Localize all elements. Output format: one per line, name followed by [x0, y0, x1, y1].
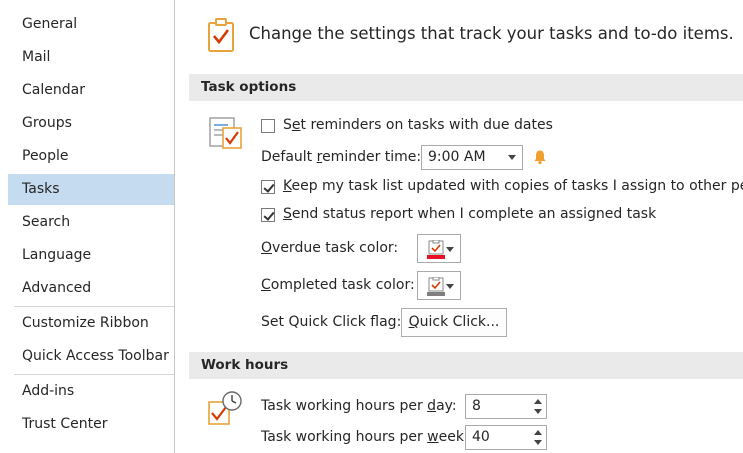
sidebar-item-tasks[interactable]: Tasks — [8, 174, 174, 205]
sidebar-item-calendar[interactable]: Calendar — [8, 75, 174, 106]
spin-up-icon[interactable] — [534, 430, 542, 435]
default-reminder-time-value: 9:00 AM — [428, 149, 486, 165]
spinner-buttons[interactable] — [534, 398, 542, 416]
section-header-work-hours: Work hours — [189, 352, 743, 379]
sidebar-item-trust-center[interactable]: Trust Center — [8, 409, 174, 440]
overdue-task-color-label: Overdue task color: — [261, 240, 399, 256]
task-clock-icon — [208, 391, 242, 425]
sidebar-item-search[interactable]: Search — [8, 207, 174, 238]
chevron-down-icon — [508, 155, 516, 160]
sidebar-item-groups[interactable]: Groups — [8, 108, 174, 139]
set-reminders-label[interactable]: Set reminders on tasks with due dates — [283, 117, 553, 133]
sidebar-item-mail[interactable]: Mail — [8, 42, 174, 73]
hours-per-week-value: 40 — [472, 429, 490, 445]
task-color-icon — [427, 277, 445, 296]
hours-per-day-label: Task working hours per day: — [261, 398, 457, 414]
page-description: Change the settings that track your task… — [249, 24, 734, 43]
default-reminder-time-dropdown[interactable]: 9:00 AM — [421, 145, 523, 170]
set-reminders-checkbox[interactable] — [261, 119, 275, 133]
spin-down-icon[interactable] — [534, 409, 542, 414]
spin-down-icon[interactable] — [534, 440, 542, 445]
options-sidebar: General Mail Calendar Groups People Task… — [8, 0, 175, 453]
hours-per-day-spinner[interactable]: 8 — [465, 394, 547, 419]
bell-icon[interactable] — [533, 149, 547, 165]
completed-task-color-picker[interactable] — [417, 271, 461, 300]
send-status-report-checkbox[interactable] — [261, 208, 275, 222]
keep-task-list-updated-label[interactable]: Keep my task list updated with copies of… — [283, 178, 743, 194]
default-reminder-time-label: Default reminder time: — [261, 149, 422, 165]
sidebar-item-quick-access-toolbar[interactable]: Quick Access Toolbar — [8, 341, 174, 372]
sidebar-divider — [14, 306, 174, 307]
send-status-report-label[interactable]: Send status report when I complete an as… — [283, 206, 656, 222]
quick-click-flag-label: Set Quick Click flag: — [261, 314, 402, 330]
sidebar-item-language[interactable]: Language — [8, 240, 174, 271]
hours-per-day-value: 8 — [472, 398, 481, 414]
task-color-icon — [427, 240, 445, 259]
section-header-task-options: Task options — [189, 74, 743, 101]
sidebar-item-people[interactable]: People — [8, 141, 174, 172]
spin-up-icon[interactable] — [534, 399, 542, 404]
sidebar-item-customize-ribbon[interactable]: Customize Ribbon — [8, 308, 174, 339]
overdue-task-color-picker[interactable] — [417, 234, 461, 263]
spinner-buttons[interactable] — [534, 429, 542, 447]
sidebar-divider — [14, 374, 174, 375]
sidebar-item-advanced[interactable]: Advanced — [8, 273, 174, 304]
chevron-down-icon — [446, 247, 454, 252]
clipboard-check-icon — [208, 18, 234, 52]
completed-task-color-label: Completed task color: — [261, 277, 415, 293]
hours-per-week-label: Task working hours per week: — [261, 429, 469, 445]
tasks-options-panel: Change the settings that track your task… — [189, 0, 743, 453]
hours-per-week-spinner[interactable]: 40 — [465, 425, 547, 450]
keep-task-list-updated-checkbox[interactable] — [261, 180, 275, 194]
quick-click-button[interactable]: Quick Click... — [401, 308, 507, 337]
sidebar-item-add-ins[interactable]: Add-ins — [8, 376, 174, 407]
sidebar-item-general[interactable]: General — [8, 9, 174, 40]
task-list-icon — [209, 117, 242, 149]
chevron-down-icon — [446, 284, 454, 289]
